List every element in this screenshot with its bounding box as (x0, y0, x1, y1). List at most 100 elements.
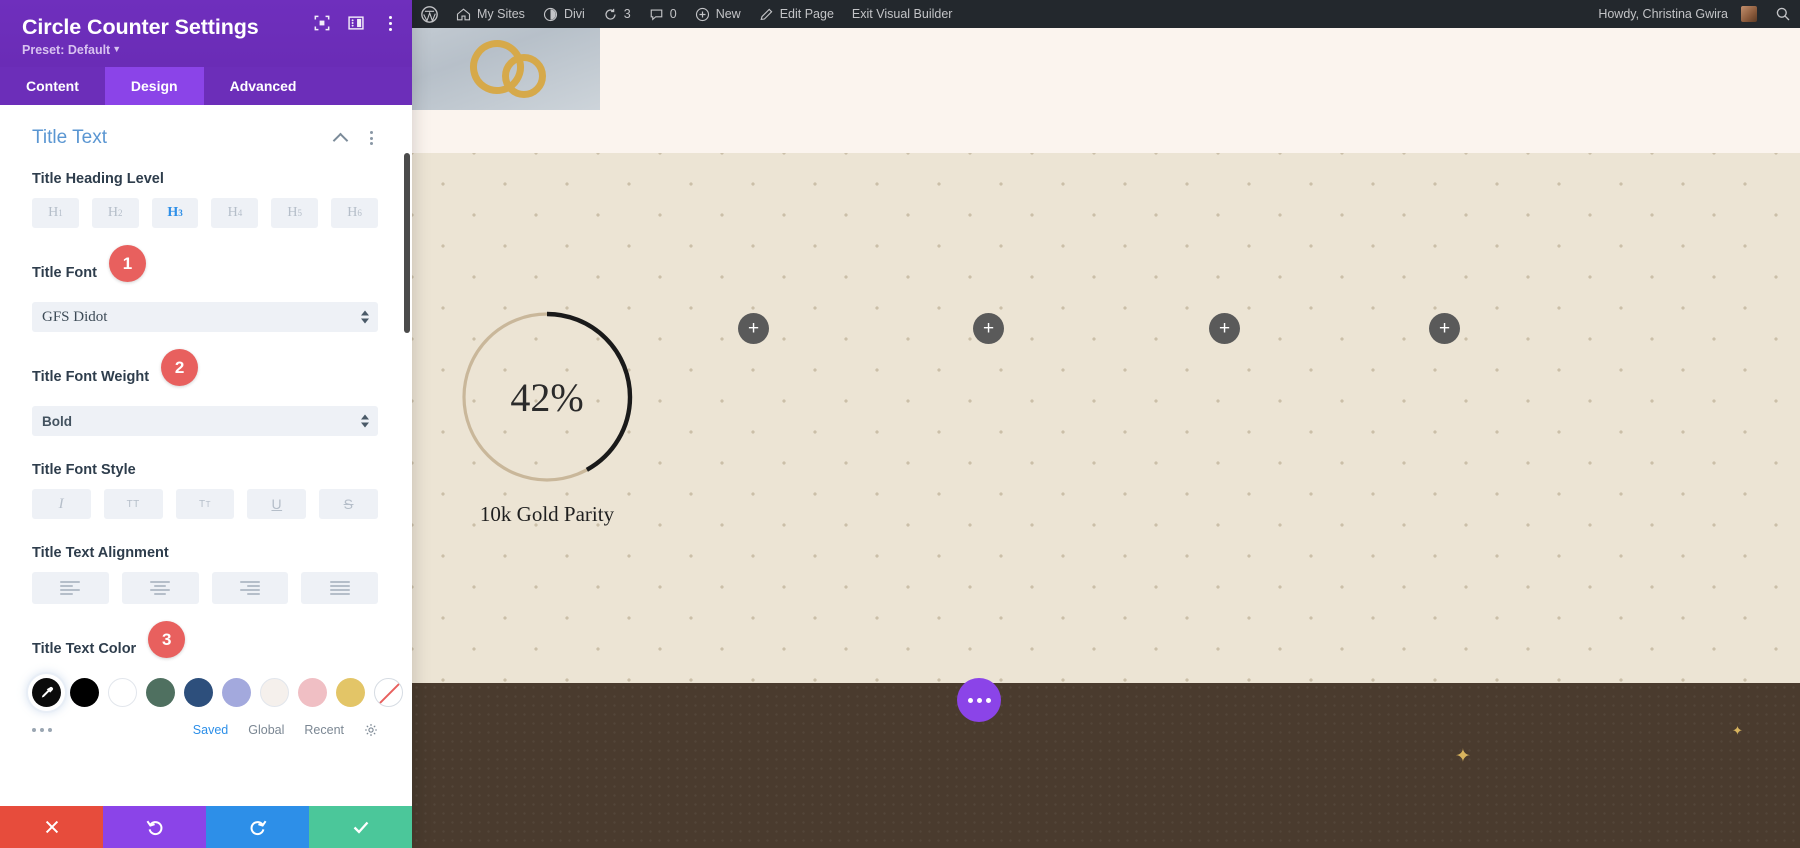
redo-arrow-icon (250, 820, 266, 836)
color-tab-recent[interactable]: Recent (304, 723, 344, 737)
panel-layout-icon[interactable] (348, 15, 364, 31)
font-style-small-caps-button[interactable]: TT (175, 489, 235, 519)
eyedropper-icon (41, 686, 53, 698)
chevron-up-icon[interactable] (334, 133, 350, 143)
color-swatch-white[interactable] (108, 678, 137, 707)
field-label: Title Font Style (32, 462, 378, 478)
tab-design[interactable]: Design (104, 67, 204, 105)
color-swatch-off-white[interactable] (260, 678, 289, 707)
heading-level-h1[interactable]: H1 (32, 198, 79, 228)
undo-button[interactable] (103, 806, 206, 848)
color-swatch-black[interactable] (70, 678, 99, 707)
admin-bar-greeting: Howdy, Christina Gwira (1598, 7, 1728, 21)
font-style-uppercase-button[interactable]: TT (103, 489, 163, 519)
section-title-text: Title Text (32, 127, 378, 149)
dot (32, 728, 36, 732)
admin-bar-search-button[interactable] (1766, 0, 1800, 28)
section-more-options-icon[interactable] (364, 130, 378, 146)
font-style-underline-button[interactable]: U (247, 489, 307, 519)
heading-level-h4[interactable]: H4 (211, 198, 259, 228)
align-center-button[interactable] (121, 572, 199, 604)
add-module-button[interactable]: + (1429, 313, 1460, 344)
color-swatch-navy[interactable] (184, 678, 213, 707)
gear-icon[interactable] (364, 723, 378, 737)
panel-footer (0, 806, 412, 848)
page-settings-button[interactable] (957, 678, 1001, 722)
align-justify-icon (329, 581, 350, 595)
canvas-footer-strip: ✦ ✦ (412, 683, 1800, 848)
annotation-badge-3: 3 (148, 621, 186, 658)
focus-target-icon[interactable] (314, 15, 330, 31)
align-left-button[interactable] (32, 572, 109, 604)
select-stepper-icon (361, 414, 369, 428)
field-label: Title Text Color 3 (32, 621, 378, 667)
font-style-italic-button[interactable]: I (32, 489, 91, 519)
field-label-text: Title Heading Level (32, 171, 164, 187)
annotation-badge-2: 2 (161, 349, 199, 386)
panel-more-options-icon[interactable] (382, 14, 398, 32)
product-thumbnail-image (412, 28, 600, 110)
horizontal-ellipsis-icon[interactable] (32, 728, 52, 732)
sparkle-icon: ✦ (1455, 746, 1471, 767)
admin-bar-item-edit-page[interactable]: Edit Page (750, 0, 843, 28)
pencil-icon (759, 7, 774, 22)
align-justify-button[interactable] (301, 572, 378, 604)
title-font-value: GFS Didot (42, 308, 108, 325)
field-title-font: Title Font 1 GFS Didot (32, 245, 378, 332)
color-swatch-pink[interactable] (298, 678, 327, 707)
add-module-button[interactable]: + (973, 313, 1004, 344)
panel-header-icons (314, 14, 398, 32)
heading-level-h3[interactable]: H3 (151, 198, 199, 228)
circle-counter-module[interactable]: 42% 10k Gold Parity (437, 308, 657, 527)
align-right-button[interactable] (211, 572, 289, 604)
wordpress-logo-button[interactable] (412, 0, 447, 28)
color-swatch-dark-green[interactable] (146, 678, 175, 707)
color-tab-saved[interactable]: Saved (193, 723, 228, 737)
heading-level-h2[interactable]: H2 (91, 198, 139, 228)
add-module-button[interactable]: + (1209, 313, 1240, 344)
color-swatch-periwinkle[interactable] (222, 678, 251, 707)
admin-bar-item-new[interactable]: New (686, 0, 750, 28)
tab-advanced[interactable]: Advanced (203, 67, 323, 105)
font-style-strikethrough-button[interactable]: S (319, 489, 378, 519)
panel-scrollbar-thumb[interactable] (404, 153, 410, 333)
field-label: Title Font Weight 2 (32, 349, 378, 395)
circle-counter-graphic: 42% (458, 308, 636, 486)
color-picker-eyedropper-button[interactable] (32, 678, 61, 707)
add-module-button[interactable]: + (738, 313, 769, 344)
heading-level-h6[interactable]: H6 (331, 198, 378, 228)
heading-level-h5[interactable]: H5 (271, 198, 319, 228)
admin-bar-label: Exit Visual Builder (851, 7, 953, 21)
title-font-weight-select[interactable]: Bold (32, 406, 378, 436)
field-label-text: Title Text Color (32, 640, 137, 657)
close-x-icon (45, 820, 58, 834)
admin-bar-label: New (715, 7, 741, 21)
color-tab-global[interactable]: Global (248, 723, 284, 737)
title-font-select[interactable]: GFS Didot (32, 302, 378, 332)
field-label-text: Title Font (32, 264, 97, 281)
admin-bar-item-exit-visual-builder[interactable]: Exit Visual Builder (843, 0, 962, 28)
redo-button[interactable] (206, 806, 309, 848)
field-label: Title Heading Level (32, 171, 378, 187)
save-button[interactable] (309, 806, 412, 848)
dot (48, 728, 52, 732)
admin-bar-account[interactable]: Howdy, Christina Gwira (1589, 0, 1766, 28)
panel-body: Title Text Title Heading Level H 1 H 2 H… (0, 105, 412, 806)
tab-content[interactable]: Content (0, 67, 105, 105)
admin-bar-label: Divi (563, 7, 585, 21)
admin-bar-item-my-sites[interactable]: My Sites (447, 0, 534, 28)
field-title-font-style: Title Font Style I TT TT U S (32, 462, 378, 519)
color-swatch-gold[interactable] (336, 678, 365, 707)
color-swatch-list (32, 678, 403, 707)
dot (40, 728, 44, 732)
panel-preset-selector[interactable]: Preset: Default ▼ (22, 43, 394, 57)
cancel-button[interactable] (0, 806, 103, 848)
color-swatch-none[interactable] (374, 678, 403, 707)
admin-bar-item-comments[interactable]: 0 (640, 0, 686, 28)
admin-bar-item-updates[interactable]: 3 (594, 0, 640, 28)
admin-bar-item-divi[interactable]: Divi (534, 0, 594, 28)
align-left-icon (60, 581, 81, 595)
dotted-pattern-section: 42% 10k Gold Parity + + + + (412, 153, 1800, 683)
page-canvas: 42% 10k Gold Parity + + + + ✦ ✦ (412, 28, 1800, 848)
field-label-text: Title Text Alignment (32, 545, 169, 561)
